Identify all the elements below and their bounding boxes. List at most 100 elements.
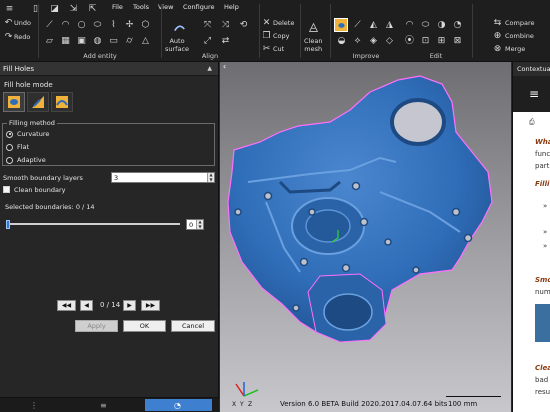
edit-icon-3[interactable]: ◑ (436, 20, 447, 31)
cut-button[interactable]: Cut (273, 45, 284, 53)
align-icon-5[interactable]: ⇄ (220, 36, 231, 47)
improve-icon-8[interactable]: ◇ (384, 36, 395, 47)
align-icon-2[interactable]: ⤨ (220, 20, 231, 31)
edit-icon-8[interactable]: ⊠ (452, 36, 463, 47)
edit-icon-2[interactable]: ⬭ (420, 20, 431, 31)
axis-z-label: Z (248, 401, 252, 408)
edit-icon-1[interactable]: ◠ (404, 20, 415, 31)
radio-button[interactable] (6, 143, 13, 151)
compare-icon[interactable]: ⇆ (492, 18, 503, 29)
redo-button[interactable]: Redo (14, 33, 30, 41)
edit-icon-5[interactable]: ⦿ (404, 36, 415, 47)
auto-surface-icon[interactable] (172, 20, 186, 34)
first-boundary-button[interactable]: ◀◀ (57, 300, 76, 311)
tree-icon[interactable]: ⋮ (30, 401, 39, 410)
axis-y-label: Y (239, 401, 244, 408)
cone-icon[interactable]: △ (140, 36, 151, 47)
combine-icon[interactable]: ⊕ (492, 31, 503, 42)
copy-icon[interactable]: ❐ (261, 31, 272, 42)
prev-boundary-button[interactable]: ◀ (80, 300, 93, 311)
polyline-icon[interactable]: ⌇ (108, 20, 119, 31)
radio-adaptive[interactable]: Adaptive (6, 156, 46, 164)
apply-button[interactable]: Apply (75, 320, 118, 332)
last-boundary-button[interactable]: ▶▶ (141, 300, 160, 311)
grid-icon[interactable]: ▦ (60, 36, 71, 47)
sphere-icon[interactable]: ◍ (92, 36, 103, 47)
fill-bridge-icon (56, 96, 68, 108)
axis-x-line (235, 383, 245, 397)
arc-icon[interactable]: ◠ (60, 20, 71, 31)
clean-mesh-icon[interactable] (306, 20, 320, 34)
clean-mesh-button[interactable]: Clean mesh (304, 37, 322, 53)
mesh-model[interactable] (220, 62, 511, 412)
radio-curvature[interactable]: Curvature (6, 130, 49, 138)
separator (259, 4, 260, 58)
radio-button[interactable] (6, 130, 13, 138)
radio-label: Curvature (17, 130, 50, 138)
clean-boundary-checkbox[interactable] (3, 186, 10, 193)
fill-mode-bridge-button[interactable] (51, 92, 73, 112)
rectangle-icon[interactable]: ▭ (108, 36, 119, 47)
improve-icon-2[interactable]: ⟋ (352, 20, 363, 31)
fill-holes-icon[interactable] (334, 18, 348, 32)
improve-icon-6[interactable]: ⟡ (352, 36, 363, 47)
align-icon-4[interactable]: ⤢ (202, 36, 213, 47)
merge-button[interactable]: Merge (505, 45, 525, 53)
combine-button[interactable]: Combine (505, 32, 534, 40)
improve-icon-3[interactable]: ◭ (368, 20, 379, 31)
copy-button[interactable]: Copy (273, 32, 290, 40)
cancel-button[interactable]: Cancel (171, 320, 215, 332)
plane-icon[interactable]: ⬡ (140, 20, 151, 31)
radio-flat[interactable]: Flat (6, 143, 29, 151)
delete-button[interactable]: Delete (273, 19, 294, 27)
boundary-index-stepper[interactable]: 0 ▲ ▼ (186, 219, 204, 230)
menu-icon[interactable]: ≡ (4, 4, 15, 15)
stepper-arrows[interactable]: ▲ ▼ (207, 173, 214, 182)
edit-icon-4[interactable]: ◔ (452, 20, 463, 31)
point-icon[interactable]: ✢ (124, 20, 135, 31)
auto-surface-button[interactable]: Auto surface (165, 37, 189, 53)
align-icon-1[interactable]: ⤧ (202, 20, 213, 31)
undo-button[interactable]: Undo (14, 19, 31, 27)
radio-button[interactable] (6, 156, 13, 164)
collapse-icon[interactable]: ▲ (207, 65, 212, 72)
cylinder-icon[interactable]: ⌭ (124, 36, 135, 47)
down-arrow-icon[interactable]: ▼ (209, 178, 212, 182)
delete-icon[interactable]: ✕ (261, 18, 272, 29)
add-entity-label: Add entity (83, 52, 117, 60)
smooth-layers-stepper[interactable]: 3 ▲ ▼ (111, 172, 215, 183)
compare-button[interactable]: Compare (505, 19, 535, 27)
ok-button[interactable]: OK (123, 320, 166, 332)
boundary-slider-thumb[interactable] (6, 220, 10, 229)
fill-mode-partial-button[interactable] (27, 92, 49, 112)
line-icon[interactable]: ⟋ (44, 20, 55, 31)
redo-icon[interactable]: ↷ (3, 32, 14, 43)
next-boundary-button[interactable]: ▶ (123, 300, 136, 311)
3d-viewport[interactable]: ‹ X Y Z Version 6.0 BETA Build 2020.2017… (220, 62, 511, 412)
improve-icon-5[interactable]: ◒ (336, 36, 347, 47)
improve-icon-7[interactable]: ◈ (368, 36, 379, 47)
improve-icon-4[interactable]: ◮ (384, 20, 395, 31)
hamburger-icon[interactable]: ≡ (529, 87, 539, 101)
merge-icon[interactable]: ⊗ (492, 44, 503, 55)
first-icon: ◀◀ (61, 302, 72, 309)
boundary-slider-track[interactable] (6, 223, 180, 225)
cut-icon[interactable]: ✂ (261, 44, 272, 55)
contextual-help-panel: Contextual ≡ ⎙ Wha func parti Filli » » … (512, 62, 550, 412)
edit-icon-6[interactable]: ⊡ (420, 36, 431, 47)
edit-group: ◠ ⬭ ◑ ◔ ⦿ ⊡ ⊞ ⊠ Edit (401, 0, 471, 62)
ellipse-icon[interactable]: ⬭ (92, 20, 103, 31)
undo-icon[interactable]: ↶ (3, 18, 14, 29)
fill-mode-hole-button[interactable] (3, 92, 25, 112)
list-icon[interactable]: ≡ (100, 401, 109, 410)
box-icon[interactable]: ▣ (76, 36, 87, 47)
stepper-arrows[interactable]: ▲ ▼ (196, 220, 203, 229)
sketch-icon[interactable]: ▱ (44, 36, 55, 47)
edit-icon-7[interactable]: ⊞ (436, 36, 447, 47)
axis-x-label: X (232, 401, 236, 408)
circle-icon[interactable]: ○ (76, 20, 87, 31)
fill-mode-buttons (3, 92, 73, 112)
align-icon-3[interactable]: ⟲ (238, 20, 249, 31)
down-arrow-icon[interactable]: ▼ (198, 225, 201, 229)
print-icon[interactable]: ⎙ (529, 118, 535, 127)
